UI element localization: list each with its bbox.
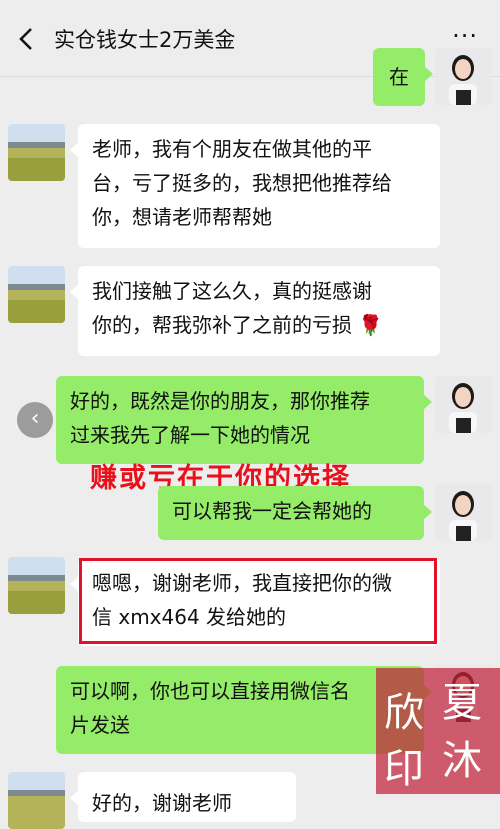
message-text: 可以帮我一定会帮她的 [172, 499, 372, 523]
message-bubble-outgoing[interactable]: 可以帮我一定会帮她的 [158, 486, 432, 540]
watermark-stamp: 欣 夏 印 沐 [376, 668, 500, 794]
watermark-char: 印 [384, 746, 424, 792]
message-line: 老师，我有个朋友在做其他的平 [92, 137, 372, 161]
message-text: 在 [389, 65, 409, 89]
avatar-contact[interactable] [8, 557, 65, 614]
avatar-contact[interactable] [8, 266, 65, 323]
avatar-self[interactable] [435, 484, 492, 541]
message-line-with-emoji: 你的，帮我弥补了之前的亏损 🌹 [92, 308, 426, 342]
avatar-contact[interactable] [8, 772, 65, 829]
watermark-char: 沐 [442, 738, 482, 784]
avatar-contact[interactable] [8, 124, 65, 181]
chat-title: 实仓钱女士2万美金 [54, 28, 236, 52]
message-line: 我们接触了这么久，真的挺感谢 [92, 279, 372, 303]
message-bubble-outgoing[interactable]: 好的，既然是你的朋友，那你推荐 过来我先了解一下她的情况 [56, 376, 432, 464]
message-bubble-outgoing[interactable]: 可以啊，你也可以直接用微信名 片发送 [56, 666, 432, 754]
message-bubble-outgoing[interactable]: 在 [373, 48, 433, 106]
message-line: 过来我先了解一下她的情况 [70, 423, 310, 447]
message-line: 你，想请老师帮帮她 [92, 205, 272, 229]
back-chevron-left-icon[interactable] [14, 26, 40, 52]
avatar-self[interactable] [435, 376, 492, 433]
message-line: 可以啊，你也可以直接用微信名 [70, 679, 350, 703]
message-bubble-incoming[interactable]: 好的，谢谢老师 [70, 772, 296, 822]
watermark-char: 夏 [442, 680, 482, 726]
rose-emoji-icon: 🌹 [358, 313, 384, 337]
watermark-char: 欣 [384, 690, 424, 736]
message-text: 好的，谢谢老师 [92, 791, 232, 815]
message-line: 你的，帮我弥补了之前的亏损 [92, 313, 352, 337]
message-line: 片发送 [70, 713, 130, 737]
avatar-self[interactable] [435, 48, 492, 105]
message-line: 好的，既然是你的朋友，那你推荐 [70, 389, 370, 413]
message-bubble-incoming[interactable]: 我们接触了这么久，真的挺感谢 你的，帮我弥补了之前的亏损 🌹 [70, 266, 440, 356]
message-bubble-incoming[interactable]: 老师，我有个朋友在做其他的平 台，亏了挺多的，我想把他推荐给 你，想请老师帮帮她 [70, 124, 440, 248]
more-options-icon[interactable]: ··· [452, 22, 478, 50]
message-line: 台，亏了挺多的，我想把他推荐给 [92, 171, 392, 195]
highlight-box [79, 558, 437, 644]
scroll-back-chevron-left-icon[interactable]: ‹ [17, 402, 53, 438]
